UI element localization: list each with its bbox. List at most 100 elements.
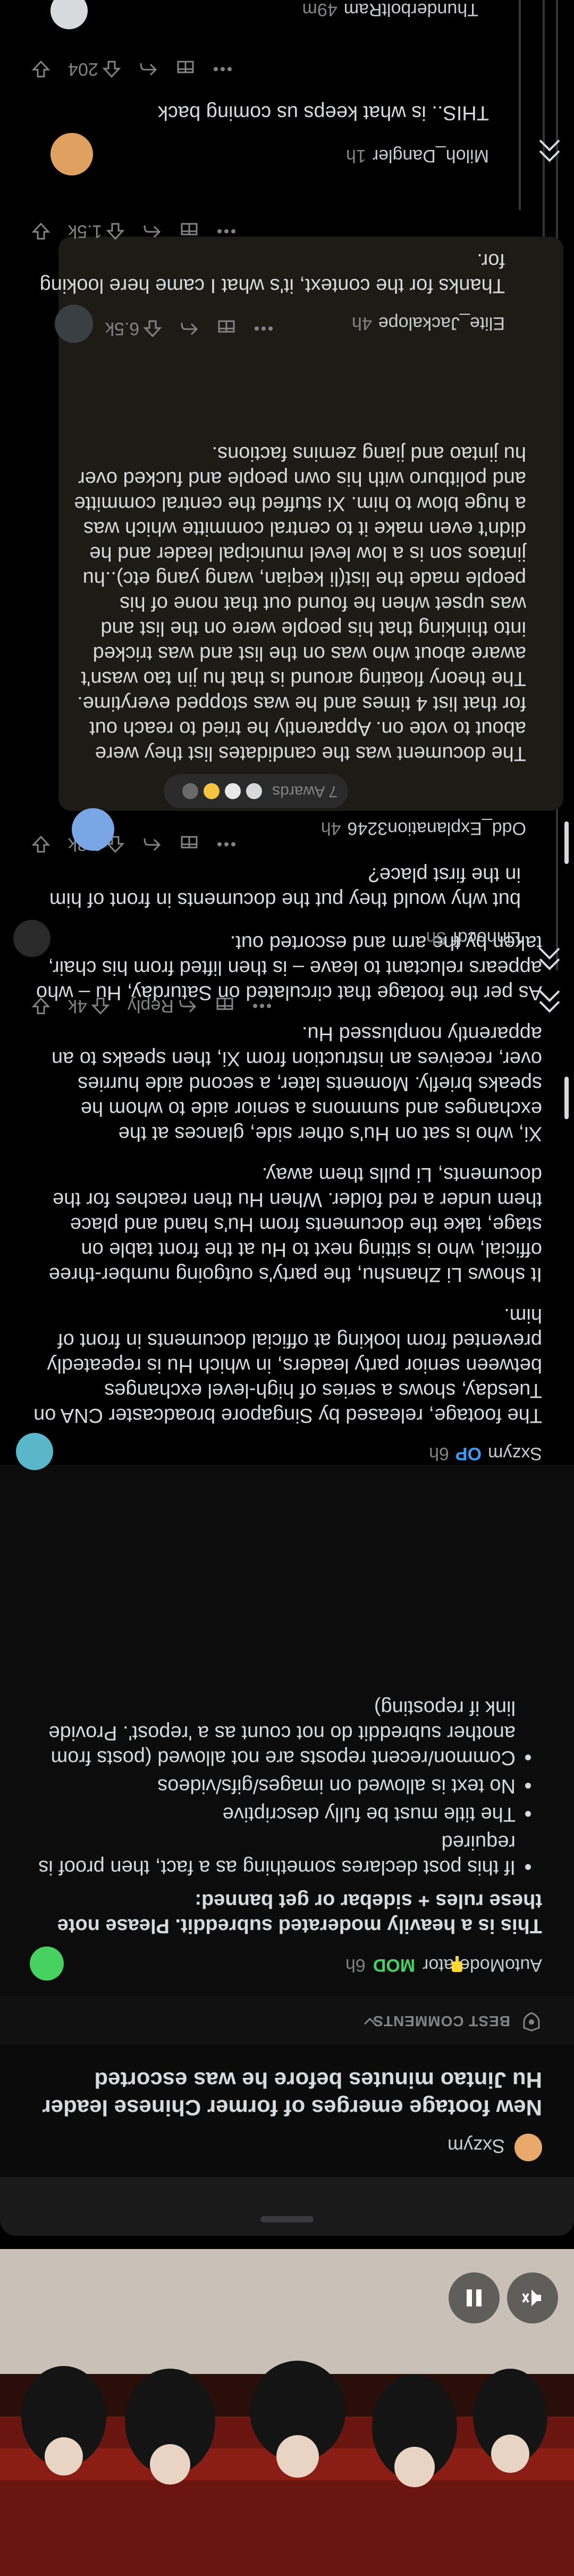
upvote-icon — [102, 61, 121, 78]
award-icons — [182, 783, 263, 799]
play-pause-button[interactable] — [449, 2272, 500, 2323]
vote-score: 6.5k — [105, 318, 140, 339]
op-badge: OP — [455, 1444, 482, 1464]
downvote-icon — [32, 222, 50, 240]
pin-icon — [452, 1956, 462, 1972]
more-icon — [213, 67, 232, 71]
post-author[interactable]: Sxzym — [448, 2135, 505, 2157]
reply-icon — [179, 1000, 196, 1013]
pinned-heading: This is a heavily moderated subreddit. P… — [57, 1890, 542, 1937]
more-button[interactable] — [254, 326, 273, 331]
reply-button[interactable] — [180, 321, 199, 337]
comment-author[interactable]: Linhocdf — [452, 927, 521, 948]
comment-actions: Reply 4k — [32, 987, 542, 1025]
comment-meta: ThunderboltRam 49m — [302, 0, 478, 20]
downvote-icon — [32, 60, 50, 78]
upvote-icon — [144, 320, 162, 338]
comment-author[interactable]: Elite_Jackalope — [378, 313, 505, 333]
upvote-icon — [91, 997, 109, 1015]
reply-button[interactable]: Reply — [128, 996, 197, 1017]
post-title: New footage emerges of former Chinese le… — [42, 2068, 542, 2120]
downvote-button[interactable] — [32, 835, 50, 853]
comment-body: Thanks for the context, it's what I came… — [39, 249, 505, 297]
award-button[interactable] — [176, 60, 195, 79]
downvote-button[interactable] — [32, 60, 50, 78]
pinned-meta: AutoModerator MOD 6h — [345, 1954, 542, 1975]
comment-avatar[interactable] — [50, 133, 93, 175]
comment-meta: Miloh_Dangler 1h — [346, 145, 489, 166]
award-button[interactable] — [180, 222, 199, 241]
vote-score: 4k — [68, 996, 87, 1017]
comment-author[interactable]: ThunderboltRam — [344, 0, 478, 20]
comment-avatar[interactable] — [16, 1433, 53, 1470]
reply-button[interactable] — [142, 836, 162, 852]
reply-button[interactable] — [139, 61, 158, 77]
downvote-icon — [32, 835, 50, 853]
comment-author[interactable]: AutoModerator — [423, 1954, 542, 1975]
collapse-icon[interactable] — [537, 986, 562, 1016]
collapse-icon[interactable] — [537, 943, 562, 973]
more-button[interactable] — [213, 66, 232, 72]
upvote-button[interactable]: 1.5k — [68, 221, 125, 242]
awards-badge[interactable]: 7 Awards — [164, 774, 348, 808]
award-icon — [216, 997, 233, 1010]
rule-item: The title must be fully descriptive — [32, 1801, 516, 1826]
downvote-button[interactable] — [32, 222, 50, 240]
award-button[interactable] — [217, 319, 236, 338]
reply-icon — [181, 322, 198, 335]
upvote-button[interactable]: 6.5k — [105, 318, 162, 339]
downvote-icon — [32, 997, 50, 1014]
comment-author[interactable]: Odd_Explanation3246 — [348, 818, 527, 838]
comment-time: 6h — [429, 1444, 449, 1464]
award-button[interactable] — [180, 835, 199, 854]
mod-badge: MOD — [373, 1955, 416, 1975]
avatar[interactable] — [514, 2134, 542, 2161]
comment-meta: Linhocdf 5h — [426, 927, 521, 948]
comment-thread-bar — [564, 1077, 569, 1119]
comment-meta: Elite_Jackalope 4h — [352, 313, 505, 333]
upvote-icon — [106, 223, 125, 240]
upvote-button[interactable]: 204 — [68, 59, 121, 80]
comment-body: The document was the candidates list the… — [74, 442, 526, 765]
comment-paragraph: It shows Li Zhanshu, the party's outgoin… — [48, 1163, 542, 1286]
collapse-icon[interactable] — [537, 135, 562, 165]
mute-button[interactable] — [507, 2272, 558, 2323]
comment-paragraph: Xi, who is sat on Hu's other side, glanc… — [51, 1022, 542, 1145]
downvote-button[interactable] — [32, 997, 50, 1015]
sheet-drag-handle[interactable] — [260, 2216, 314, 2222]
more-button[interactable] — [217, 229, 236, 234]
reply-button[interactable] — [142, 223, 162, 239]
comment-sort-button[interactable]: BEST COMMENTS — [0, 1996, 574, 2044]
awards-count: 7 Awards — [272, 783, 337, 800]
reply-icon — [144, 838, 161, 851]
comment-avatar[interactable] — [55, 305, 93, 343]
comment-time: 1h — [345, 146, 366, 166]
upvote-button[interactable]: 4k — [68, 996, 109, 1017]
award-button[interactable] — [215, 996, 234, 1016]
rule-item: Common/recent reposts are not allowed (p… — [32, 1695, 516, 1770]
automoderator-avatar[interactable] — [30, 1946, 64, 1981]
comment-avatar[interactable] — [72, 808, 114, 851]
award-icon — [218, 320, 235, 333]
more-icon — [252, 1004, 271, 1008]
comment-author[interactable]: Sxzym — [488, 1443, 542, 1464]
more-button[interactable] — [252, 1003, 272, 1009]
rule-item: No text is allowed on images/gifs/videos — [32, 1773, 516, 1798]
reply-label: Reply — [127, 996, 174, 1017]
comment-body: but why would they put the documents in … — [49, 863, 521, 911]
comment-time: 4h — [352, 313, 372, 333]
shield-icon — [523, 2012, 540, 2032]
comment-actions: 1.5k — [32, 213, 505, 250]
sort-label: BEST COMMENTS — [373, 2013, 510, 2029]
vote-score: 204 — [68, 59, 98, 80]
video-player[interactable] — [0, 2249, 574, 2576]
more-button[interactable] — [217, 842, 236, 847]
comment-time: 5h — [426, 928, 446, 948]
play-pause-icon — [467, 2289, 482, 2306]
comment-body: THIS.. is what keeps us coming back — [157, 102, 489, 124]
comment-avatar[interactable] — [50, 0, 88, 29]
comment-author[interactable]: Miloh_Dangler — [373, 145, 489, 166]
comment-time: 4h — [320, 818, 341, 838]
mute-icon — [522, 2289, 541, 2306]
comment-avatar[interactable] — [13, 920, 50, 957]
